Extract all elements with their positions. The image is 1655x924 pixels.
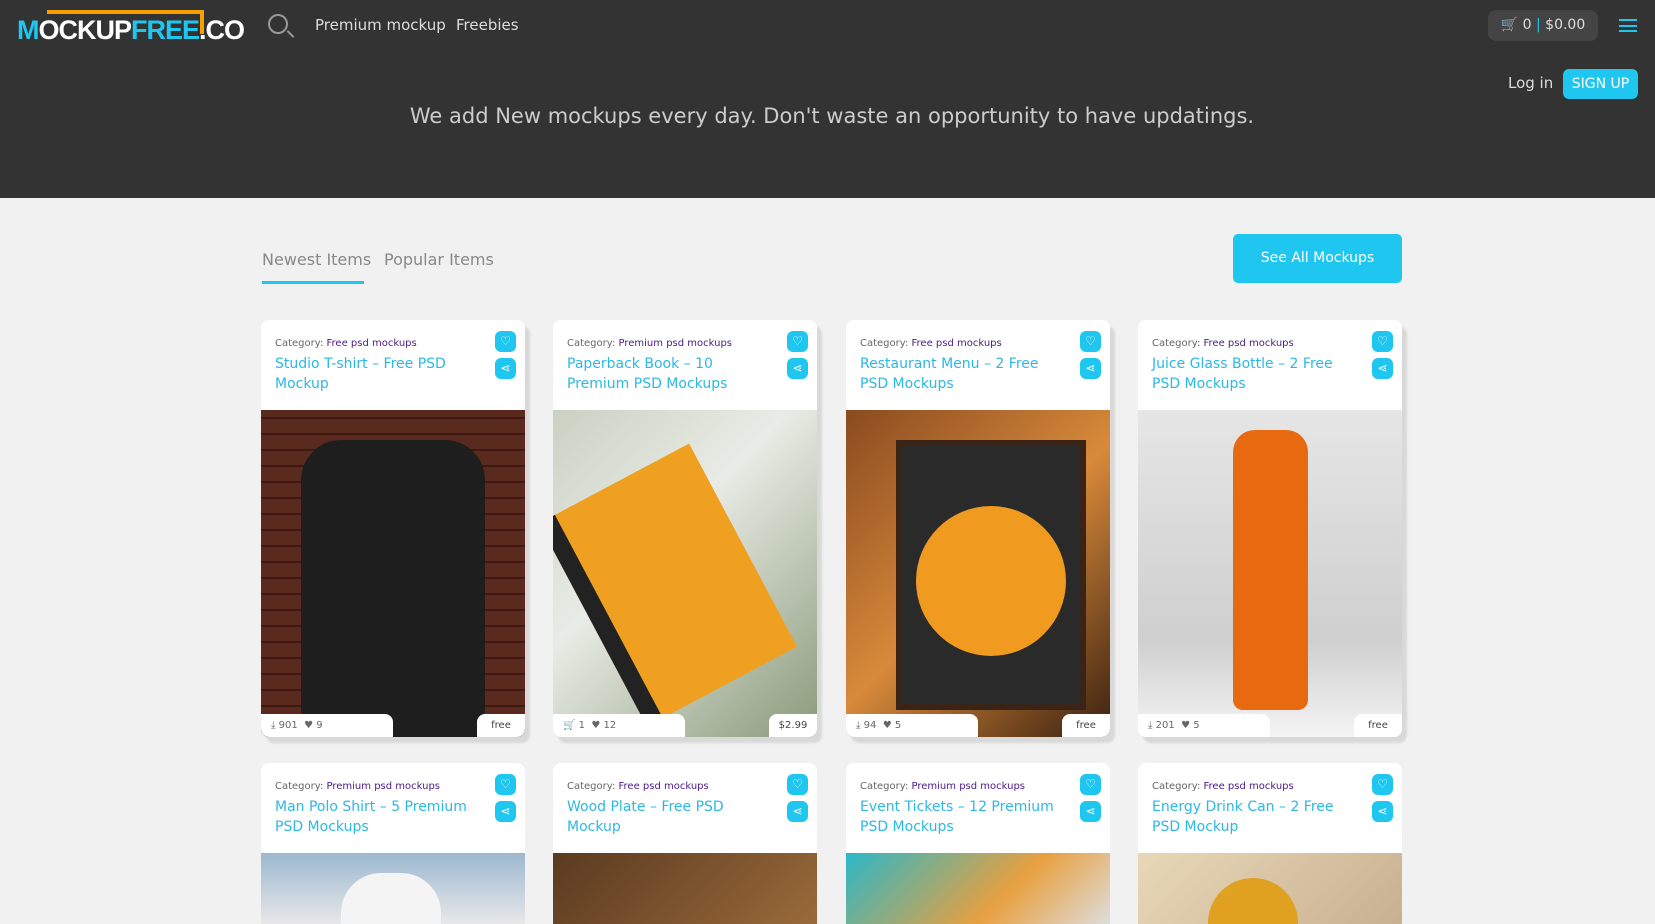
card-category: Category: Free psd mockups: [1152, 781, 1294, 792]
likes-heart-icon: ♥: [304, 720, 314, 731]
mockup-card[interactable]: Category: Free psd mockups Restaurant Me…: [846, 320, 1110, 737]
download-icon: ⤓: [271, 720, 276, 731]
card-title-link[interactable]: Restaurant Menu – 2 Free PSD Mockups: [860, 354, 1065, 394]
likes-heart-icon: ♥: [882, 720, 892, 731]
price-badge: $2.99: [769, 714, 817, 737]
cart-icon: 🛒: [563, 720, 576, 731]
site-header: MOCKUPFREE.CO Premium mockup Freebies 🛒 …: [0, 0, 1655, 198]
likes-heart-icon: ♥: [591, 720, 601, 731]
share-icon[interactable]: ⋖: [1080, 801, 1101, 822]
mockup-card[interactable]: Category: Free psd mockups Wood Plate – …: [553, 763, 817, 924]
nav-premium-mockup[interactable]: Premium mockup: [315, 16, 446, 34]
tab-popular-items[interactable]: Popular Items: [384, 250, 494, 269]
category-link[interactable]: Free psd mockups: [619, 781, 709, 792]
download-icon: ⤓: [1148, 720, 1153, 731]
card-stats: ⤓ 201 ♥ 5: [1138, 714, 1270, 737]
login-link[interactable]: Log in: [1508, 74, 1553, 92]
favorite-heart-icon[interactable]: ♡: [495, 331, 516, 352]
price-badge: free: [1062, 714, 1110, 737]
price-badge: free: [1354, 714, 1402, 737]
mockup-preview-image[interactable]: [1138, 853, 1402, 924]
hamburger-menu-icon[interactable]: [1619, 19, 1637, 32]
category-link[interactable]: Premium psd mockups: [619, 338, 733, 349]
card-stats: ⤓ 94 ♥ 5: [846, 714, 978, 737]
price-badge: free: [477, 714, 525, 737]
mockup-preview-image[interactable]: [846, 853, 1110, 924]
share-icon[interactable]: ⋖: [787, 801, 808, 822]
mockup-card[interactable]: Category: Premium psd mockups Event Tick…: [846, 763, 1110, 924]
card-title-link[interactable]: Wood Plate – Free PSD Mockup: [567, 797, 772, 837]
favorite-heart-icon[interactable]: ♡: [1080, 774, 1101, 795]
favorite-heart-icon[interactable]: ♡: [495, 774, 516, 795]
card-category: Category: Free psd mockups: [275, 338, 417, 349]
favorite-heart-icon[interactable]: ♡: [1080, 331, 1101, 352]
tagline: We add New mockups every day. Don't wast…: [409, 104, 1255, 128]
active-tab-indicator: [262, 281, 364, 284]
card-category: Category: Free psd mockups: [860, 338, 1002, 349]
mockup-preview-image[interactable]: [553, 410, 817, 737]
see-all-mockups-button[interactable]: See All Mockups: [1233, 234, 1402, 283]
card-title-link[interactable]: Event Tickets – 12 Premium PSD Mockups: [860, 797, 1065, 837]
mockup-card[interactable]: Category: Free psd mockups Energy Drink …: [1138, 763, 1402, 924]
tab-newest-items[interactable]: Newest Items: [262, 250, 371, 269]
card-category: Category: Free psd mockups: [1152, 338, 1294, 349]
mockup-preview-image[interactable]: [261, 410, 525, 737]
category-link[interactable]: Free psd mockups: [1204, 781, 1294, 792]
favorite-heart-icon[interactable]: ♡: [787, 774, 808, 795]
category-link[interactable]: Free psd mockups: [1204, 338, 1294, 349]
mockup-preview-image[interactable]: [1138, 410, 1402, 737]
category-link[interactable]: Premium psd mockups: [912, 781, 1026, 792]
download-icon: ⤓: [856, 720, 861, 731]
likes-heart-icon: ♥: [1181, 720, 1191, 731]
card-category: Category: Premium psd mockups: [567, 338, 733, 349]
mockup-preview-image[interactable]: [261, 853, 525, 924]
card-category: Category: Free psd mockups: [567, 781, 709, 792]
card-stats: 🛒 1 ♥ 12: [553, 714, 685, 737]
card-stats: ⤓ 901 ♥ 9: [261, 714, 393, 737]
mockup-preview-image[interactable]: [553, 853, 817, 924]
category-link[interactable]: Premium psd mockups: [327, 781, 441, 792]
share-icon[interactable]: ⋖: [1372, 358, 1393, 379]
card-title-link[interactable]: Man Polo Shirt – 5 Premium PSD Mockups: [275, 797, 480, 837]
share-icon[interactable]: ⋖: [787, 358, 808, 379]
favorite-heart-icon[interactable]: ♡: [1372, 774, 1393, 795]
card-title-link[interactable]: Studio T-shirt – Free PSD Mockup: [275, 354, 480, 394]
signup-button[interactable]: SIGN UP: [1563, 69, 1638, 99]
mockup-card[interactable]: Category: Free psd mockups Studio T-shir…: [261, 320, 525, 737]
share-icon[interactable]: ⋖: [495, 801, 516, 822]
mockup-card[interactable]: Category: Free psd mockups Juice Glass B…: [1138, 320, 1402, 737]
share-icon[interactable]: ⋖: [495, 358, 516, 379]
cart-button[interactable]: 🛒 0 | $0.00: [1488, 10, 1598, 41]
mockup-card[interactable]: Category: Premium psd mockups Man Polo S…: [261, 763, 525, 924]
card-title-link[interactable]: Energy Drink Can – 2 Free PSD Mockup: [1152, 797, 1357, 837]
card-title-link[interactable]: Paperback Book – 10 Premium PSD Mockups: [567, 354, 772, 394]
card-category: Category: Premium psd mockups: [860, 781, 1026, 792]
category-link[interactable]: Free psd mockups: [912, 338, 1002, 349]
share-icon[interactable]: ⋖: [1372, 801, 1393, 822]
nav-freebies[interactable]: Freebies: [456, 16, 519, 34]
card-title-link[interactable]: Juice Glass Bottle – 2 Free PSD Mockups: [1152, 354, 1357, 394]
share-icon[interactable]: ⋖: [1080, 358, 1101, 379]
mockup-preview-image[interactable]: [846, 410, 1110, 737]
search-icon[interactable]: [268, 14, 288, 34]
category-link[interactable]: Free psd mockups: [327, 338, 417, 349]
favorite-heart-icon[interactable]: ♡: [787, 331, 808, 352]
favorite-heart-icon[interactable]: ♡: [1372, 331, 1393, 352]
mockup-card[interactable]: Category: Premium psd mockups Paperback …: [553, 320, 817, 737]
card-category: Category: Premium psd mockups: [275, 781, 441, 792]
cart-icon: 🛒: [1500, 17, 1519, 33]
